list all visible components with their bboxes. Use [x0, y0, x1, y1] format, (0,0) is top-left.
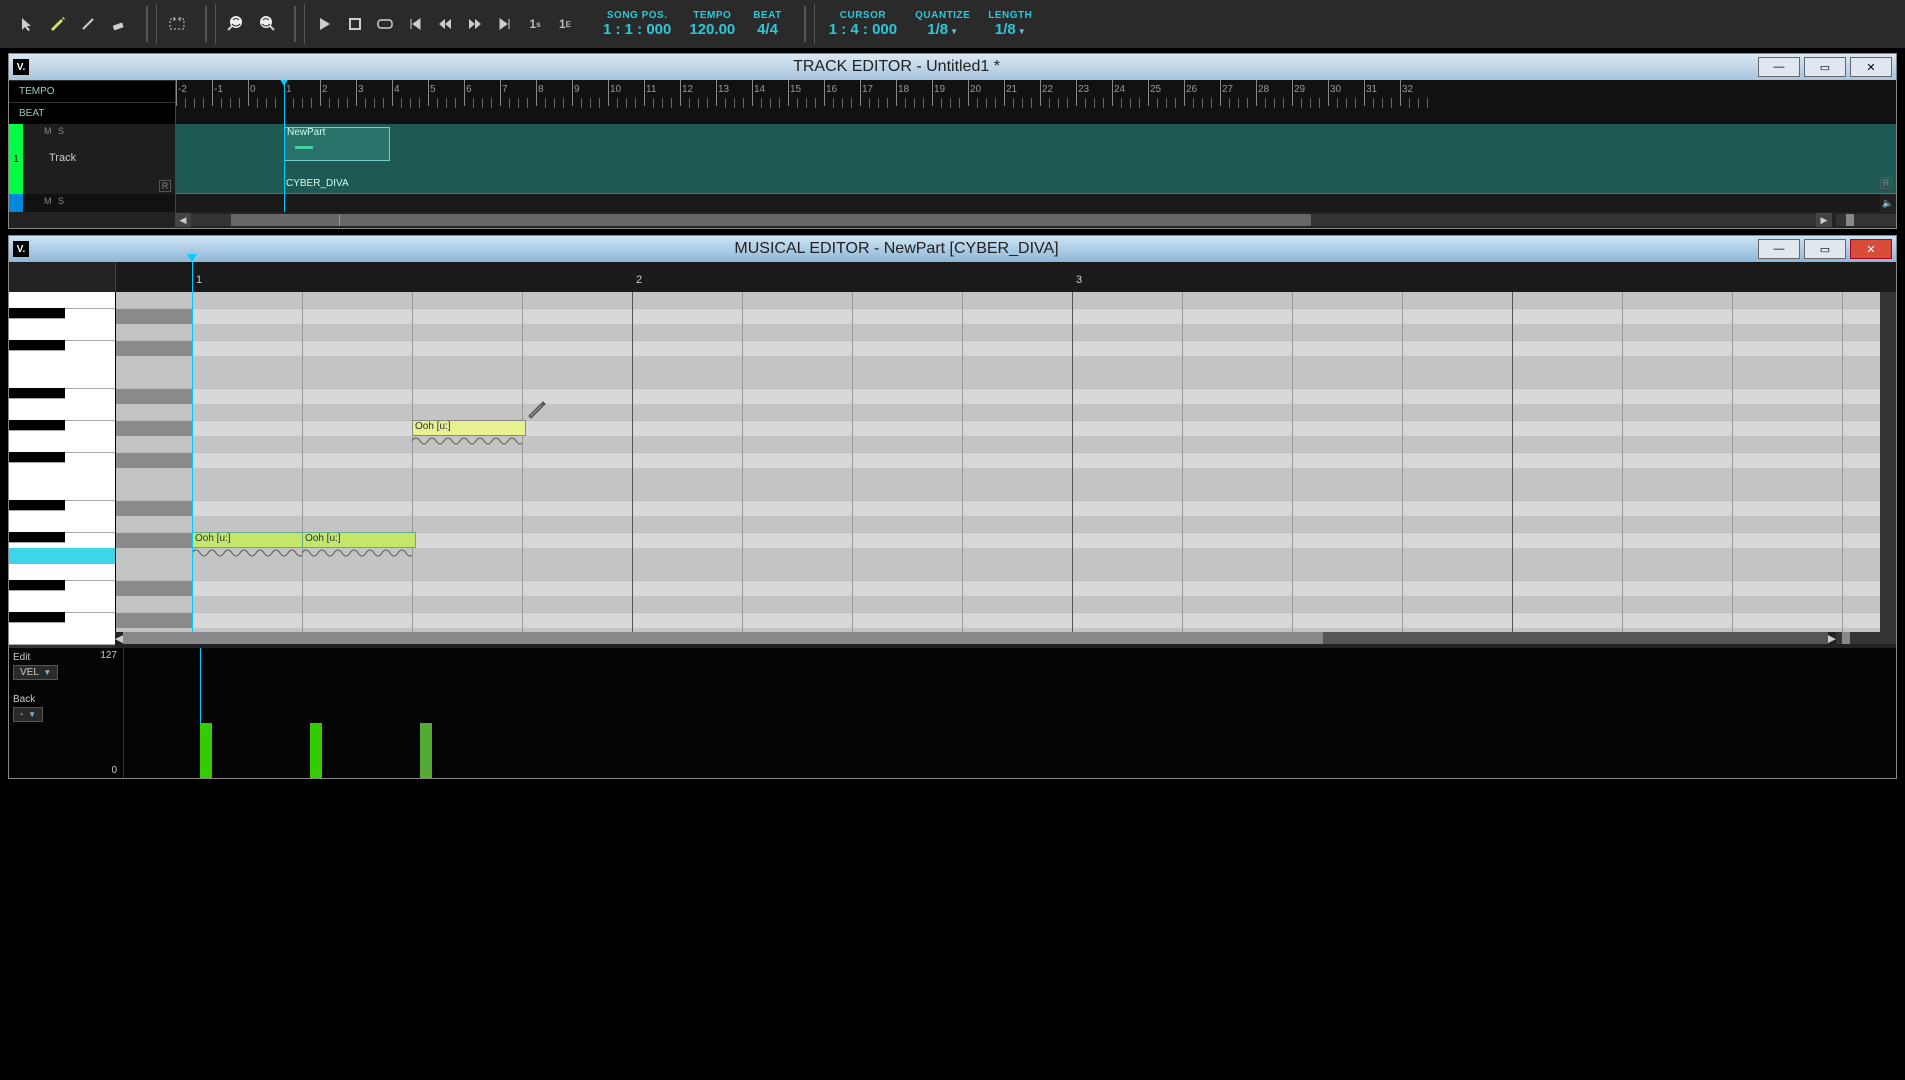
note[interactable]: Ooh [u:]	[302, 532, 416, 548]
song-pos-readout: SONG POS. 1 : 1 : 000	[595, 10, 679, 38]
track2-mute-solo[interactable]: M S	[44, 196, 66, 206]
length-readout[interactable]: LENGTH 1/8▼	[980, 10, 1040, 38]
import-voice-icon[interactable]	[222, 10, 250, 38]
minimize-button[interactable]: —	[1758, 239, 1800, 259]
voice-name: CYBER_DIVA	[286, 178, 349, 189]
vel-max: 127	[100, 650, 117, 661]
maximize-button[interactable]: ▭	[1804, 239, 1846, 259]
track-row-2[interactable]: M S 🔈	[9, 194, 1896, 212]
vel-param-select[interactable]: VEL ▼	[13, 665, 58, 680]
cursor-readout: CURSOR 1 : 4 : 000	[821, 10, 905, 38]
velocity-bar[interactable]	[310, 723, 322, 778]
forward-button[interactable]	[461, 10, 489, 38]
region-tool[interactable]	[163, 10, 191, 38]
musical-editor-title: MUSICAL EDITOR - NewPart [CYBER_DIVA]	[35, 240, 1758, 258]
musical-editor-titlebar[interactable]: V. MUSICAL EDITOR - NewPart [CYBER_DIVA]…	[9, 236, 1896, 262]
musical-playhead[interactable]	[192, 262, 193, 292]
marker-end-button[interactable]: 1E	[551, 10, 579, 38]
vel-min: 0	[111, 765, 117, 776]
track-playhead[interactable]	[284, 80, 285, 124]
app-icon: V.	[13, 59, 29, 75]
export-voice-icon[interactable]	[252, 10, 280, 38]
maximize-button[interactable]: ▭	[1804, 57, 1846, 77]
track-editor-title: TRACK EDITOR - Untitled1 *	[35, 58, 1758, 76]
record-toggle-lane[interactable]: R	[1880, 177, 1892, 189]
minimize-button[interactable]: —	[1758, 57, 1800, 77]
track-name-label[interactable]: Track	[49, 152, 76, 164]
piano-keyboard[interactable]: C4G3	[9, 292, 116, 632]
velocity-pane[interactable]: 127 Edit VEL ▼ Back - ▼ 0	[9, 648, 1896, 778]
velocity-bar[interactable]	[420, 723, 432, 778]
tempo-row-label: TEMPO	[9, 80, 175, 102]
pointer-tool[interactable]	[14, 10, 42, 38]
track-ruler[interactable]: TEMPO BEAT -2-10123456789101112131415161…	[9, 80, 1896, 124]
note[interactable]: Ooh [u:]	[192, 532, 306, 548]
quantize-readout[interactable]: QUANTIZE 1/8▼	[907, 10, 978, 38]
track-editor-window: V. TRACK EDITOR - Untitled1 * — ▭ ✕ TEMP…	[8, 53, 1897, 229]
rewind-button[interactable]	[431, 10, 459, 38]
eraser-tool[interactable]	[104, 10, 132, 38]
musical-editor-window: V. MUSICAL EDITOR - NewPart [CYBER_DIVA]…	[8, 235, 1897, 779]
pencil-tool[interactable]	[44, 10, 72, 38]
scroll-left[interactable]: ◀	[175, 213, 191, 227]
track2-color	[9, 194, 23, 212]
track-editor-titlebar[interactable]: V. TRACK EDITOR - Untitled1 * — ▭ ✕	[9, 54, 1896, 80]
track-row[interactable]: 1 M S Track R NewPart CYBER_DIVA R	[9, 124, 1896, 194]
goto-end-button[interactable]	[491, 10, 519, 38]
me-scroll-left[interactable]: ◀	[115, 632, 123, 648]
track-header[interactable]: 1 M S Track R	[9, 124, 176, 194]
me-zoom[interactable]	[1836, 632, 1896, 644]
record-toggle[interactable]: R	[159, 180, 171, 192]
track-lane-playhead	[284, 124, 285, 194]
back-label: Back	[13, 694, 119, 705]
tempo-readout[interactable]: TEMPO 120.00	[681, 10, 743, 38]
main-toolbar: 1s 1E SONG POS. 1 : 1 : 000 TEMPO 120.00…	[0, 0, 1905, 49]
back-param-select[interactable]: - ▼	[13, 707, 43, 722]
close-button[interactable]: ✕	[1850, 239, 1892, 259]
play-button[interactable]	[311, 10, 339, 38]
track-part[interactable]: NewPart	[284, 127, 390, 161]
piano-roll-grid[interactable]: Ooh [u:]Ooh [u:]Ooh [u:]	[116, 292, 1880, 632]
me-scroll-right[interactable]: ▶	[1828, 632, 1836, 648]
beat-row-label: BEAT	[9, 102, 175, 124]
note[interactable]: Ooh [u:]	[412, 420, 526, 436]
stop-button[interactable]	[341, 10, 369, 38]
musical-vscroll[interactable]	[1880, 292, 1896, 632]
mute-solo-icons[interactable]: M S	[44, 126, 66, 136]
track-number: 1	[9, 124, 23, 194]
line-tool[interactable]	[74, 10, 102, 38]
scroll-thumb[interactable]	[231, 214, 1311, 226]
marker-start-button[interactable]: 1s	[521, 10, 549, 38]
pencil-cursor-icon	[527, 400, 545, 418]
track-hscroll[interactable]: ◀ ▶	[9, 212, 1896, 228]
scroll-right[interactable]: ▶	[1816, 213, 1832, 227]
track-zoom[interactable]	[1836, 214, 1896, 226]
app-icon: V.	[13, 241, 29, 257]
musical-ruler[interactable]: 123	[9, 262, 1896, 292]
velocity-bar[interactable]	[200, 723, 212, 778]
loop-button[interactable]	[371, 10, 399, 38]
me-scroll-thumb[interactable]	[123, 632, 1323, 644]
track-lane[interactable]: NewPart CYBER_DIVA R	[176, 124, 1896, 194]
close-button[interactable]: ✕	[1850, 57, 1892, 77]
meter-icon: 🔈	[1880, 194, 1896, 212]
goto-start-button[interactable]	[401, 10, 429, 38]
beat-readout[interactable]: BEAT 4/4	[745, 10, 789, 38]
